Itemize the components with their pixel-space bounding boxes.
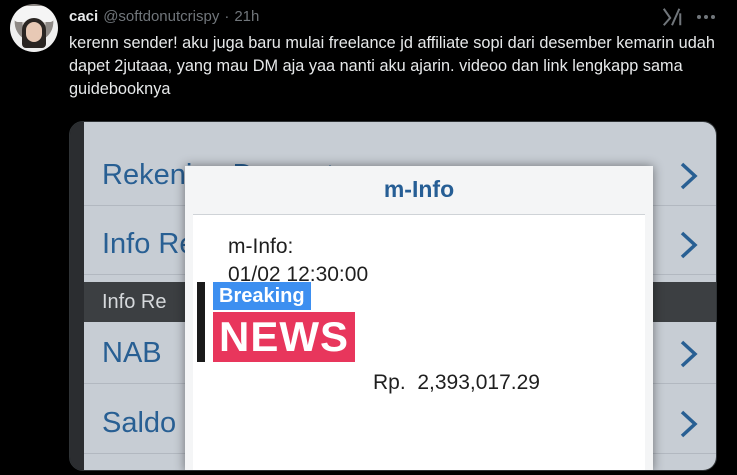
- balance-amount: Rp. 2,393,017.29: [373, 371, 540, 394]
- timestamp[interactable]: 21h: [234, 8, 259, 25]
- chevron-right-icon: [680, 410, 698, 437]
- chevron-right-icon: [680, 162, 698, 189]
- avatar-face: [26, 22, 42, 42]
- tweet-header: caci @softdonutcrispy · 21h: [69, 6, 259, 26]
- minfo-dialog: m-Info m-Info: 01/02 12:30:00 Rp. 2,393,…: [185, 166, 653, 470]
- chevron-right-icon: [680, 340, 698, 367]
- breaking-label: Breaking: [213, 282, 311, 310]
- tweet-media[interactable]: Rekening Dompet Info Rekening Info Re NA…: [69, 121, 717, 471]
- user-handle[interactable]: @softdonutcrispy: [103, 8, 219, 25]
- display-name[interactable]: caci: [69, 8, 98, 25]
- screenshot-image: Rekening Dompet Info Rekening Info Re NA…: [84, 122, 716, 470]
- more-icon[interactable]: [694, 8, 718, 26]
- dialog-title: m-Info: [383, 176, 455, 202]
- sticker-bar: [197, 282, 205, 362]
- tweet-text: kerenn sender! aku juga baru mulai freel…: [69, 34, 715, 98]
- breaking-news-sticker: Breaking NEWS: [197, 282, 367, 370]
- phone-edge: [70, 122, 84, 470]
- menu-item-label: NAB: [102, 337, 162, 369]
- chevron-right-icon: [680, 231, 698, 258]
- grok-icon[interactable]: [661, 6, 683, 28]
- separator: ·: [224, 7, 230, 25]
- menu-item-label: Saldo: [102, 407, 177, 439]
- info-line: m-Info:: [228, 235, 294, 258]
- section-label: Info Re: [102, 290, 167, 313]
- news-label: NEWS: [213, 312, 355, 362]
- avatar[interactable]: [10, 4, 58, 52]
